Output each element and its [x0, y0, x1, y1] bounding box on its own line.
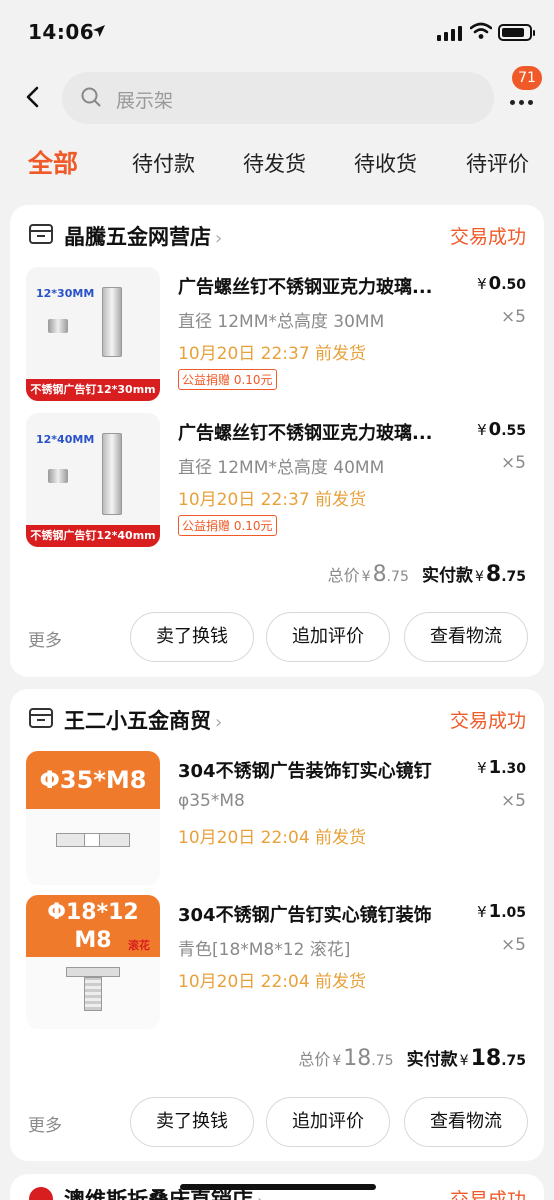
product-quantity: ×5: [500, 791, 526, 811]
tab-pending-payment[interactable]: 待付款: [132, 148, 195, 178]
status-time: 14:06: [28, 20, 95, 44]
product-title: 广告螺丝钉不锈钢亚克力玻璃...: [178, 423, 433, 444]
view-logistics-button[interactable]: 查看物流: [404, 1097, 528, 1147]
product-quantity: ×5: [500, 935, 526, 955]
tab-pending-review[interactable]: 待评价: [466, 148, 529, 178]
product-image: 12*30MM 不锈钢广告钉12*30mm: [26, 267, 160, 401]
shop-icon: [29, 224, 53, 244]
message-count-badge: 71: [512, 66, 542, 90]
product-quantity: ×5: [500, 453, 526, 473]
shipping-date: 10月20日 22:37 前发货: [178, 490, 367, 510]
chevron-right-icon: ›: [215, 228, 223, 249]
product-price: ¥0.50: [477, 273, 526, 294]
more-dots-icon: [510, 100, 533, 105]
search-placeholder: 展示架: [116, 90, 174, 112]
order-item[interactable]: Φ18*12 M8 滚花 304不锈钢广告钉实心镜钉装饰 ¥1.05 青色[18…: [10, 895, 544, 1029]
product-image: 12*40MM 不锈钢广告钉12*40mm: [26, 413, 160, 547]
tab-all[interactable]: 全部: [28, 144, 78, 180]
product-spec: 直径 12MM*总高度 40MM: [178, 458, 385, 478]
product-title: 广告螺丝钉不锈钢亚克力玻璃...: [178, 277, 433, 298]
shop-logo-icon: [29, 1187, 53, 1200]
shop-name: 王二小五金商贸: [64, 709, 211, 733]
tab-pending-shipment[interactable]: 待发货: [243, 148, 306, 178]
product-image: Φ35*M8: [26, 751, 160, 885]
order-actions: 更多 卖了换钱 追加评价 查看物流: [10, 1097, 544, 1147]
order-status: 交易成功: [449, 710, 526, 732]
location-arrow-icon: [93, 25, 105, 37]
order-total: 总价 ¥18.75 实付款 ¥18.75: [298, 1046, 526, 1071]
order-status: 交易成功: [449, 226, 526, 248]
shipping-date: 10月20日 22:04 前发货: [178, 972, 367, 992]
product-price: ¥1.05: [477, 901, 526, 922]
order-card: 王二小五金商贸 › 交易成功 Φ35*M8 304不锈钢广告装饰钉实心镜钉 ¥1.…: [10, 689, 544, 1161]
status-bar: 14:06: [0, 0, 554, 66]
shop-header[interactable]: 晶騰五金网营店 › 交易成功: [10, 205, 544, 259]
order-total: 总价 ¥8.75 实付款 ¥8.75: [327, 562, 526, 587]
order-item[interactable]: 12*40MM 不锈钢广告钉12*40mm 广告螺丝钉不锈钢亚克力玻璃... ¥…: [10, 413, 544, 547]
chevron-right-icon: ›: [215, 712, 223, 733]
charity-tag: 公益捐赠 0.10元: [178, 369, 277, 390]
product-price: ¥0.55: [477, 419, 526, 440]
search-input[interactable]: 展示架: [62, 72, 494, 124]
order-status: 交易成功: [449, 1189, 526, 1200]
product-title: 304不锈钢广告钉实心镜钉装饰: [178, 905, 432, 926]
search-icon: [81, 87, 101, 107]
more-link[interactable]: 更多: [28, 626, 62, 651]
product-title: 304不锈钢广告装饰钉实心镜钉: [178, 761, 432, 782]
order-card: 晶騰五金网营店 › 交易成功 12*30MM 不锈钢广告钉12*30mm 广告螺丝…: [10, 205, 544, 677]
back-icon[interactable]: [18, 82, 48, 112]
order-actions: 更多 卖了换钱 追加评价 查看物流: [10, 612, 544, 662]
add-review-button[interactable]: 追加评价: [266, 1097, 390, 1147]
battery-icon: [498, 24, 535, 41]
add-review-button[interactable]: 追加评价: [266, 612, 390, 662]
product-spec: φ35*M8: [178, 791, 245, 811]
order-item[interactable]: Φ35*M8 304不锈钢广告装饰钉实心镜钉 ¥1.30 φ35*M8 ×5 1…: [10, 751, 544, 885]
order-tabs: 全部 待付款 待发货 待收货 待评价: [0, 140, 554, 190]
product-spec: 青色[18*M8*12 滚花]: [178, 940, 351, 960]
order-item[interactable]: 12*30MM 不锈钢广告钉12*30mm 广告螺丝钉不锈钢亚克力玻璃... ¥…: [10, 267, 544, 401]
shipping-date: 10月20日 22:04 前发货: [178, 828, 367, 848]
view-logistics-button[interactable]: 查看物流: [404, 612, 528, 662]
product-spec: 直径 12MM*总高度 30MM: [178, 312, 385, 332]
tab-pending-receipt[interactable]: 待收货: [354, 148, 417, 178]
charity-tag: 公益捐赠 0.10元: [178, 515, 277, 536]
shop-icon: [29, 708, 53, 728]
product-quantity: ×5: [500, 307, 526, 327]
shop-header[interactable]: 王二小五金商贸 › 交易成功: [10, 689, 544, 743]
chevron-right-icon: ›: [257, 1191, 264, 1200]
resell-button[interactable]: 卖了换钱: [130, 612, 254, 662]
search-header: 展示架: [0, 70, 554, 124]
more-link[interactable]: 更多: [28, 1111, 62, 1136]
product-image: Φ18*12 M8 滚花: [26, 895, 160, 1029]
resell-button[interactable]: 卖了换钱: [130, 1097, 254, 1147]
shipping-date: 10月20日 22:37 前发货: [178, 344, 367, 364]
product-price: ¥1.30: [477, 757, 526, 778]
wifi-icon: [470, 22, 492, 39]
shop-name: 晶騰五金网营店: [64, 225, 211, 249]
home-indicator: [180, 1184, 376, 1190]
cellular-signal-icon: [437, 26, 462, 41]
